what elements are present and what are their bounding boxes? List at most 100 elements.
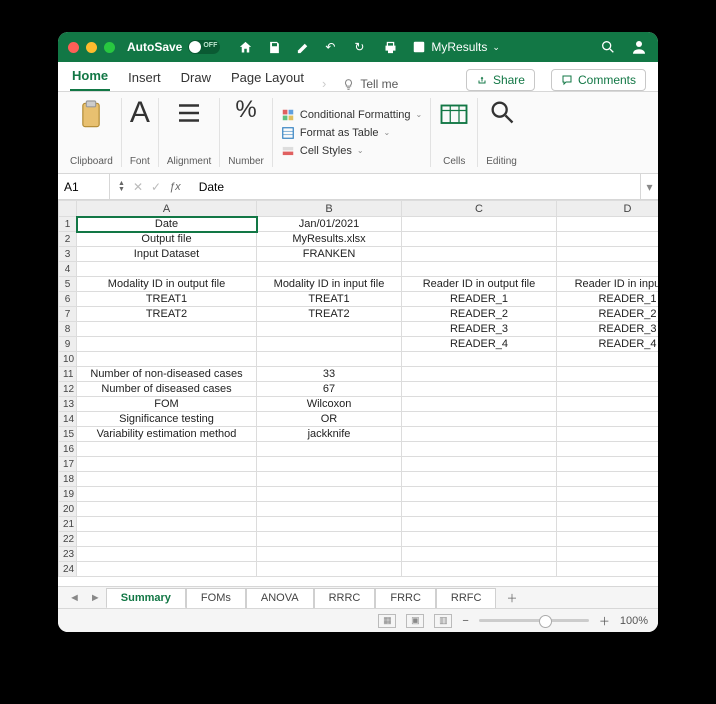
cell-A22[interactable] (77, 532, 257, 547)
cell-C14[interactable] (402, 412, 557, 427)
cell-A4[interactable] (77, 262, 257, 277)
cell-A10[interactable] (77, 352, 257, 367)
cell-A5[interactable]: Modality ID in output file (77, 277, 257, 292)
cell-C23[interactable] (402, 547, 557, 562)
account-icon[interactable] (630, 38, 648, 56)
cell-A20[interactable] (77, 502, 257, 517)
row-header-21[interactable]: 21 (59, 517, 77, 532)
cell-A1[interactable]: Date (77, 217, 257, 232)
group-font[interactable]: A Font (124, 96, 156, 169)
view-page-break[interactable]: ▥ (434, 614, 452, 628)
cell-C21[interactable] (402, 517, 557, 532)
zoom-out[interactable]: − (462, 615, 468, 627)
group-editing[interactable]: Editing (480, 96, 523, 169)
cell-B14[interactable]: OR (257, 412, 402, 427)
cell-C20[interactable] (402, 502, 557, 517)
cell-B1[interactable]: Jan/01/2021 (257, 217, 402, 232)
cell-C12[interactable] (402, 382, 557, 397)
tab-home[interactable]: Home (70, 62, 110, 91)
document-title[interactable]: MyResults ⌄ (412, 40, 500, 54)
minimize-button[interactable] (86, 42, 97, 53)
cell-D6[interactable]: READER_1 (557, 292, 659, 307)
redo-icon[interactable]: ↻ (354, 40, 369, 55)
cell-D14[interactable] (557, 412, 659, 427)
row-header-2[interactable]: 2 (59, 232, 77, 247)
row-header-20[interactable]: 20 (59, 502, 77, 517)
row-header-16[interactable]: 16 (59, 442, 77, 457)
cell-D3[interactable] (557, 247, 659, 262)
cell-A13[interactable]: FOM (77, 397, 257, 412)
row-header-17[interactable]: 17 (59, 457, 77, 472)
cell-D7[interactable]: READER_2 (557, 307, 659, 322)
name-box[interactable]: A1 (58, 174, 110, 199)
cell-C5[interactable]: Reader ID in output file (402, 277, 557, 292)
share-button[interactable]: Share (466, 69, 535, 91)
cell-C19[interactable] (402, 487, 557, 502)
close-button[interactable] (68, 42, 79, 53)
cell-C13[interactable] (402, 397, 557, 412)
row-header-19[interactable]: 19 (59, 487, 77, 502)
sheet-nav-prev[interactable]: ◄ (64, 592, 85, 604)
row-header-24[interactable]: 24 (59, 562, 77, 577)
cell-D8[interactable]: READER_3 (557, 322, 659, 337)
fx-icon[interactable]: ƒx (169, 181, 181, 193)
cell-D13[interactable] (557, 397, 659, 412)
tab-page-layout[interactable]: Page Layout (229, 64, 306, 91)
cell-B3[interactable]: FRANKEN (257, 247, 402, 262)
cell-B11[interactable]: 33 (257, 367, 402, 382)
cell-C8[interactable]: READER_3 (402, 322, 557, 337)
cell-B10[interactable] (257, 352, 402, 367)
cell-A17[interactable] (77, 457, 257, 472)
sheet-tab-frrc[interactable]: FRRC (375, 588, 436, 609)
cell-B21[interactable] (257, 517, 402, 532)
cell-B13[interactable]: Wilcoxon (257, 397, 402, 412)
cell-D4[interactable] (557, 262, 659, 277)
cell-A8[interactable] (77, 322, 257, 337)
cell-B12[interactable]: 67 (257, 382, 402, 397)
row-header-8[interactable]: 8 (59, 322, 77, 337)
row-header-9[interactable]: 9 (59, 337, 77, 352)
cell-A18[interactable] (77, 472, 257, 487)
group-clipboard[interactable]: Clipboard (64, 96, 119, 169)
spreadsheet-grid[interactable]: ABCD1DateJan/01/20212Output fileMyResult… (58, 200, 658, 586)
cell-D5[interactable]: Reader ID in input file (557, 277, 659, 292)
row-header-5[interactable]: 5 (59, 277, 77, 292)
undo-icon[interactable]: ↶ (325, 40, 340, 55)
cell-B7[interactable]: TREAT2 (257, 307, 402, 322)
cell-C22[interactable] (402, 532, 557, 547)
group-alignment[interactable]: Alignment (161, 96, 217, 169)
cell-A11[interactable]: Number of non-diseased cases (77, 367, 257, 382)
cell-B9[interactable] (257, 337, 402, 352)
cell-C6[interactable]: READER_1 (402, 292, 557, 307)
home-icon[interactable] (238, 40, 253, 55)
row-header-18[interactable]: 18 (59, 472, 77, 487)
add-sheet[interactable]: ＋ (496, 590, 527, 606)
expand-formula-bar[interactable]: ▾ (640, 174, 658, 199)
col-header-B[interactable]: B (257, 201, 402, 217)
zoom-slider[interactable] (479, 619, 589, 622)
cell-A6[interactable]: TREAT1 (77, 292, 257, 307)
view-normal[interactable]: ▦ (378, 614, 396, 628)
group-number[interactable]: % Number (222, 96, 270, 169)
cell-D23[interactable] (557, 547, 659, 562)
conditional-formatting[interactable]: Conditional Formatting⌄ (281, 108, 422, 122)
print-icon[interactable] (383, 40, 398, 55)
cell-B6[interactable]: TREAT1 (257, 292, 402, 307)
cell-B5[interactable]: Modality ID in input file (257, 277, 402, 292)
cell-A12[interactable]: Number of diseased cases (77, 382, 257, 397)
cell-B20[interactable] (257, 502, 402, 517)
tab-draw[interactable]: Draw (179, 64, 213, 91)
row-header-1[interactable]: 1 (59, 217, 77, 232)
cell-D12[interactable] (557, 382, 659, 397)
comments-button[interactable]: Comments (551, 69, 646, 91)
cell-C1[interactable] (402, 217, 557, 232)
cell-B16[interactable] (257, 442, 402, 457)
col-header-A[interactable]: A (77, 201, 257, 217)
cell-A24[interactable] (77, 562, 257, 577)
sheet-tab-rrrc[interactable]: RRRC (314, 588, 376, 609)
cell-D21[interactable] (557, 517, 659, 532)
edit-icon[interactable] (296, 40, 311, 55)
cell-B17[interactable] (257, 457, 402, 472)
cell-C15[interactable] (402, 427, 557, 442)
sheet-tab-anova[interactable]: ANOVA (246, 588, 314, 609)
